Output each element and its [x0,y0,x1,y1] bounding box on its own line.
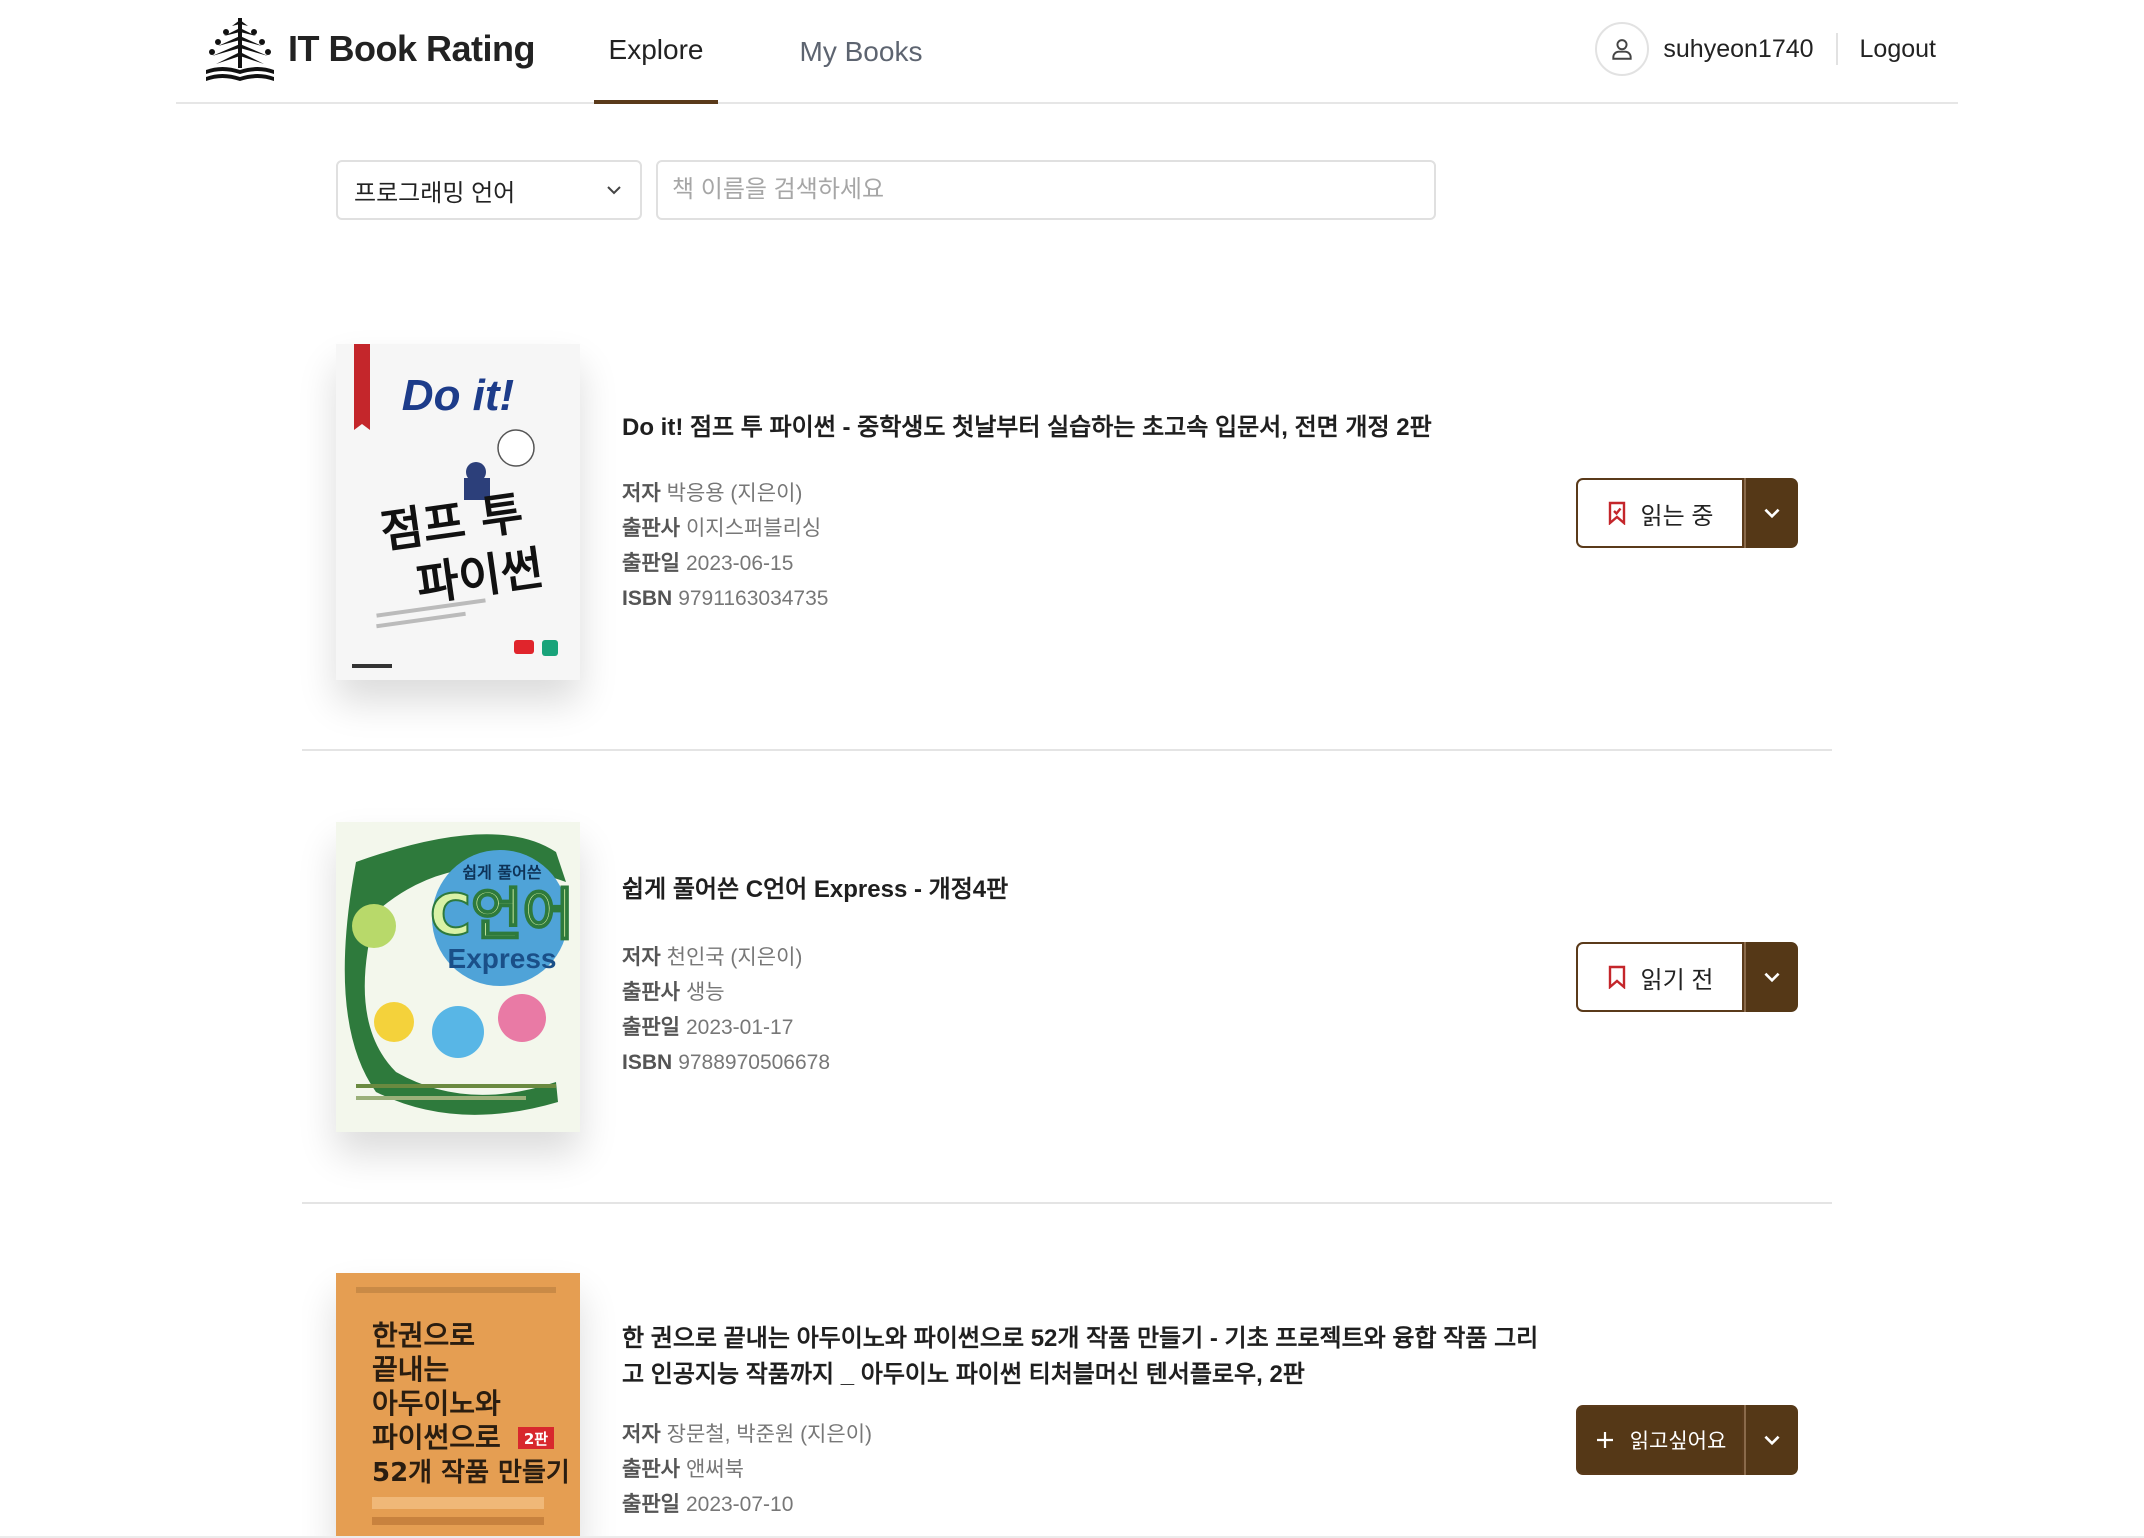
book-cover-art: Do it! 점프 투 파이썬 [336,344,580,680]
username: suhyeon1740 [1663,34,1814,63]
svg-text:Do it!: Do it! [402,371,514,420]
svg-text:끝내는: 끝내는 [372,1353,449,1386]
isbn-row: ISBN 9788970506678 [622,1051,831,1074]
chevron-down-icon [1764,1435,1780,1446]
svg-text:52개 작품 만들기: 52개 작품 만들기 [372,1458,570,1488]
chevron-down-icon [607,186,621,195]
tab-explore[interactable]: Explore [594,0,718,104]
date-value: 2023-07-10 [685,1493,794,1516]
svg-text:2판: 2판 [524,1430,548,1448]
logo[interactable]: IT Book Rating [204,14,536,84]
date-value: 2023-01-17 [685,1016,794,1039]
chevron-down-icon [1764,972,1780,983]
author-value: 박응용 (지은이) [666,482,803,505]
user-icon [1612,39,1633,60]
book-meta: 저자 천인국 (지은이) 출판사 생능 출판일 2023-01-17 ISBN 9788… [622,940,830,1080]
book-cover[interactable]: Do it! 점프 투 파이썬 [336,344,580,680]
svg-text:Express: Express [448,943,557,974]
author-row: 저자 박응용 (지은이) [622,482,803,505]
plus-icon [1596,1432,1613,1448]
author-value: 천인국 (지은이) [666,946,803,969]
author-row: 저자 천인국 (지은이) [622,946,803,969]
user-area: suhyeon1740 Logout [1595,20,1936,78]
book-item: 쉽게 풀어쓴 C언어 Express 쉽게 풀어쓴 C언어 Express - … [302,752,1832,1202]
book-title[interactable]: 쉽게 풀어쓴 C언어 Express - 개정4판 [622,872,1502,908]
tree-logo-icon [206,18,274,81]
publisher-row: 출판사 이지스퍼블리싱 [622,517,822,540]
isbn-value: 9788970506678 [678,1051,831,1074]
date-row: 출판일 2023-06-15 [622,552,794,575]
divider [302,749,1832,751]
status-label: 읽는 중 [1640,502,1714,530]
reading-status-button[interactable]: 읽는 중 [1576,478,1744,548]
book-title[interactable]: 한 권으로 끝내는 아두이노와 파이썬으로 52개 작품 만들기 - 기초 프로… [622,1321,1542,1393]
bookmark-icon [1608,965,1625,989]
publisher-value: 이지스퍼블리싱 [685,517,822,540]
logout-button[interactable]: Logout [1860,35,1936,64]
book-cover[interactable]: 한권으로 끝내는 아두이노와 파이썬으로 52개 작품 만들기 2판 [336,1273,580,1538]
status-label: 읽기 전 [1640,966,1714,994]
reading-status-control: 읽는 중 [1576,478,1798,548]
svg-text:C언어: C언어 [430,883,574,948]
reading-status-control: 읽기 전 [1576,942,1798,1012]
book-item: Do it! 점프 투 파이썬 Do it! 점프 투 파이썬 - 중학생도 첫… [302,300,1832,750]
book-meta: 저자 박응용 (지은이) 출판사 이지스퍼블리싱 출판일 2023-06-15 ISB… [622,476,828,616]
date-row: 출판일 2023-01-17 [622,1016,794,1039]
publisher-row: 출판사 생능 [622,981,725,1004]
bookmark-icon [1608,501,1625,525]
book-meta: 저자 장문철, 박준원 (지은이) 출판사 앤써북 출판일 2023-07-10 [622,1417,872,1522]
publisher-value: 생능 [685,981,725,1004]
book-cover[interactable]: 쉽게 풀어쓴 C언어 Express [336,822,580,1132]
tab-my-books[interactable]: My Books [786,0,936,104]
status-label: 읽고싶어요 [1629,1430,1727,1453]
divider [302,1202,1832,1204]
book-cover-art: 한권으로 끝내는 아두이노와 파이썬으로 52개 작품 만들기 2판 [336,1273,580,1538]
category-value: 프로그래밍 언어 [354,179,516,207]
chevron-down-icon [1764,508,1780,519]
isbn-value: 9791163034735 [678,587,829,610]
reading-status-control: 읽고싶어요 [1576,1405,1798,1475]
search-input[interactable] [656,160,1436,220]
reading-status-button[interactable]: 읽기 전 [1576,942,1744,1012]
book-item: 한권으로 끝내는 아두이노와 파이썬으로 52개 작품 만들기 2판 한 권으로… [302,1205,1832,1538]
book-title[interactable]: Do it! 점프 투 파이썬 - 중학생도 첫날부터 실습하는 초고속 입문서… [622,410,1502,446]
date-row: 출판일 2023-07-10 [622,1493,794,1516]
status-dropdown-button[interactable] [1744,478,1798,548]
publisher-value: 앤써북 [685,1458,744,1481]
svg-text:쉽게 풀어쓴: 쉽게 풀어쓴 [462,863,541,882]
svg-text:아두이노와: 아두이노와 [372,1387,501,1420]
status-dropdown-button[interactable] [1744,1405,1798,1475]
svg-text:한권으로: 한권으로 [372,1319,475,1352]
date-value: 2023-06-15 [685,552,794,575]
divider [1835,33,1838,65]
author-row: 저자 장문철, 박준원 (지은이) [622,1423,873,1446]
want-to-read-button[interactable]: 읽고싶어요 [1576,1405,1744,1475]
svg-text:파이썬으로: 파이썬으로 [372,1421,501,1454]
isbn-row: ISBN 9791163034735 [622,587,829,610]
author-value: 장문철, 박준원 (지은이) [666,1423,873,1446]
app-title: IT Book Rating [288,28,536,69]
status-dropdown-button[interactable] [1744,942,1798,1012]
top-nav: IT Book Rating Explore My Books suhyeon1… [176,0,1958,104]
book-cover-art: 쉽게 풀어쓴 C언어 Express [336,822,580,1132]
category-select[interactable]: 프로그래밍 언어 [336,160,642,220]
publisher-row: 출판사 앤써북 [622,1458,744,1481]
user-avatar[interactable] [1595,22,1650,76]
